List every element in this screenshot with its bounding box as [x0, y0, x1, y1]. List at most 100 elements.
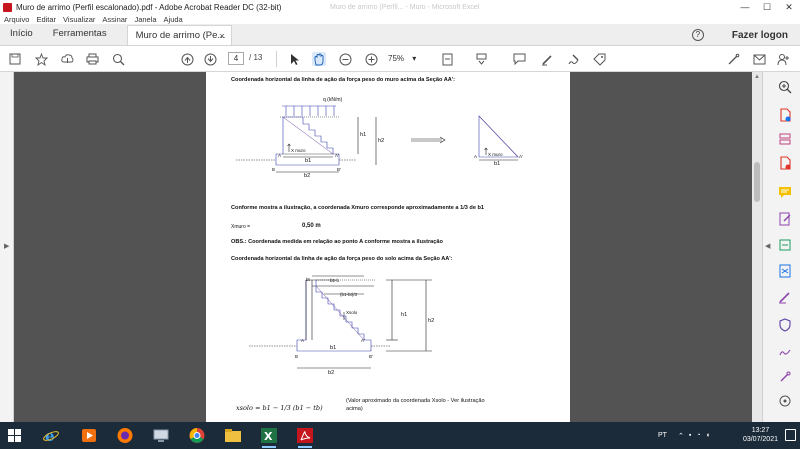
page-number-input[interactable]: 4 [228, 52, 244, 65]
network-computer-icon[interactable] [152, 427, 170, 444]
window-controls: — ☐ ✕ [734, 0, 800, 14]
tri-xmuro-label: X muro [488, 152, 503, 157]
firefox-icon[interactable] [116, 427, 134, 444]
fig2-b1b-label: b1-b [330, 278, 340, 283]
scroll-mode-icon[interactable] [474, 52, 488, 66]
tray-wifi-icon[interactable]: ◔ [696, 432, 700, 439]
edit-pdf-icon[interactable] [778, 212, 792, 226]
tab-document-label: Muro de arrimo (Pe... [135, 30, 226, 41]
notification-center-icon[interactable] [785, 429, 796, 441]
fill-sign-tool-icon[interactable] [778, 290, 792, 304]
protect-shield-icon[interactable] [778, 318, 792, 332]
vertical-scrollbar[interactable]: ▲ [752, 72, 762, 422]
hand-tool-icon[interactable] [312, 52, 326, 66]
fig1-point-b-prime: B' [337, 167, 341, 172]
organize-pages-icon[interactable] [778, 132, 792, 146]
tools-expand-icon[interactable] [778, 394, 792, 408]
menu-bar: Arquivo Editar Visualizar Assinar Janela… [0, 14, 800, 24]
fill-sign-icon[interactable] [566, 52, 580, 66]
share-user-icon[interactable] [776, 52, 790, 66]
select-cursor-icon[interactable] [288, 52, 302, 66]
fig2-point-a: A [301, 338, 305, 343]
tri-point-a-prime: A' [519, 154, 523, 159]
zoom-search-icon[interactable] [778, 80, 792, 94]
windows-start-icon[interactable] [8, 429, 21, 442]
collapse-right-pane-icon[interactable]: ◀ [765, 242, 770, 250]
bookmark-star-icon[interactable] [34, 52, 48, 66]
help-icon[interactable]: ? [691, 29, 704, 41]
chrome-icon[interactable] [188, 427, 206, 444]
minimize-button[interactable]: — [734, 0, 756, 14]
file-explorer-icon[interactable] [224, 427, 242, 444]
scroll-up-icon[interactable]: ▲ [754, 74, 760, 80]
more-tools-icon[interactable] [778, 370, 792, 384]
xsolo-formula: xsolo = b1 − 1/3 (b1 − tb) [236, 404, 323, 412]
save-icon[interactable] [8, 52, 22, 66]
highlight-pen-icon[interactable] [540, 52, 554, 66]
fig1-point-b: B [272, 167, 276, 172]
print-icon[interactable] [85, 52, 99, 66]
search-icon[interactable] [111, 52, 125, 66]
email-icon[interactable] [752, 52, 766, 66]
tab-tools[interactable]: Ferramentas [43, 23, 117, 45]
comment-tool-icon[interactable] [778, 186, 792, 200]
login-button[interactable]: Fazer logon [732, 30, 788, 41]
sign-pen-icon[interactable] [726, 52, 740, 66]
scrollbar-thumb[interactable] [754, 162, 760, 202]
tray-arrow-icon[interactable]: ⌃ [678, 432, 684, 440]
fig1-b1-label: b1 [305, 158, 312, 164]
zoom-in-icon[interactable] [364, 52, 378, 66]
fig2-point-b-prime: B' [369, 354, 373, 359]
fig1-xmuro-label: X muro [291, 148, 306, 153]
close-window-button[interactable]: ✕ [778, 0, 800, 14]
tray-security-icon[interactable]: ▪ [689, 432, 691, 439]
fig2-b1-label: b1 [330, 345, 337, 351]
fig2-xsolo-label: Xsolo [346, 310, 358, 315]
fit-page-icon[interactable] [440, 52, 454, 66]
fig1-h1-label: h1 [360, 132, 367, 138]
title-bar: Muro de arrimo (Perfil escalonado).pdf -… [0, 0, 800, 14]
chevron-down-icon: ▾ [412, 54, 417, 63]
media-player-icon[interactable] [80, 427, 98, 444]
fig2-h2-label: h2 [428, 318, 435, 324]
left-navigation-pane: ▶ [0, 72, 14, 422]
expand-left-pane-icon[interactable]: ▶ [4, 242, 9, 250]
tab-home[interactable]: Início [0, 23, 43, 45]
export-pdf-icon[interactable] [778, 156, 792, 170]
fig2-mid-label: (b1-bt)/3 [340, 292, 358, 297]
language-indicator[interactable]: PT [658, 422, 667, 449]
comment-icon[interactable] [512, 52, 526, 66]
tab-close-icon[interactable]: × [219, 26, 224, 46]
scan-ocr-icon[interactable] [778, 238, 792, 252]
fig1-b2-label: b2 [304, 173, 311, 179]
zoom-level-select[interactable]: 75% ▾ [388, 52, 422, 65]
system-clock[interactable]: 13:27 03/07/2021 [743, 426, 778, 444]
menu-janela[interactable]: Janela [134, 15, 156, 24]
tray-icons: ⌃ ▪ ◔ ◖ [678, 422, 710, 449]
page-down-icon[interactable] [203, 52, 217, 66]
page-up-icon[interactable] [180, 52, 194, 66]
compress-pdf-icon[interactable] [778, 264, 792, 278]
tri-point-a: A [474, 154, 478, 159]
acrobat-taskbar-icon[interactable] [296, 427, 314, 448]
menu-ajuda[interactable]: Ajuda [164, 15, 183, 24]
xmuro-value: 0,50 m [302, 223, 321, 229]
stamp-tag-icon[interactable] [592, 52, 606, 66]
internet-explorer-icon[interactable]: e [42, 427, 60, 445]
heading-soil-weight: Coordenada horizontal da linha de ação d… [231, 256, 453, 262]
tab-bar: Início Ferramentas Muro de arrimo (Pe...… [0, 24, 800, 46]
tab-document[interactable]: Muro de arrimo (Pe... × [126, 25, 232, 46]
fig2-point-b: B [295, 354, 299, 359]
pdf-page: Coordenada horizontal da linha de ação d… [206, 72, 570, 422]
document-viewport[interactable]: Coordenada horizontal da linha de ação d… [14, 72, 752, 422]
heading-wall-weight: Coordenada horizontal da linha de ação d… [231, 77, 455, 83]
engineering-diagrams [236, 105, 519, 369]
upload-cloud-icon[interactable] [60, 52, 74, 66]
send-signature-icon[interactable] [778, 344, 792, 358]
excel-taskbar-icon[interactable]: X [260, 427, 278, 448]
tab-bar-right: ? Fazer logon [691, 24, 788, 46]
create-pdf-icon[interactable] [778, 108, 792, 122]
maximize-button[interactable]: ☐ [756, 0, 778, 14]
tray-volume-icon[interactable]: ◖ [706, 432, 710, 439]
zoom-out-icon[interactable] [338, 52, 352, 66]
